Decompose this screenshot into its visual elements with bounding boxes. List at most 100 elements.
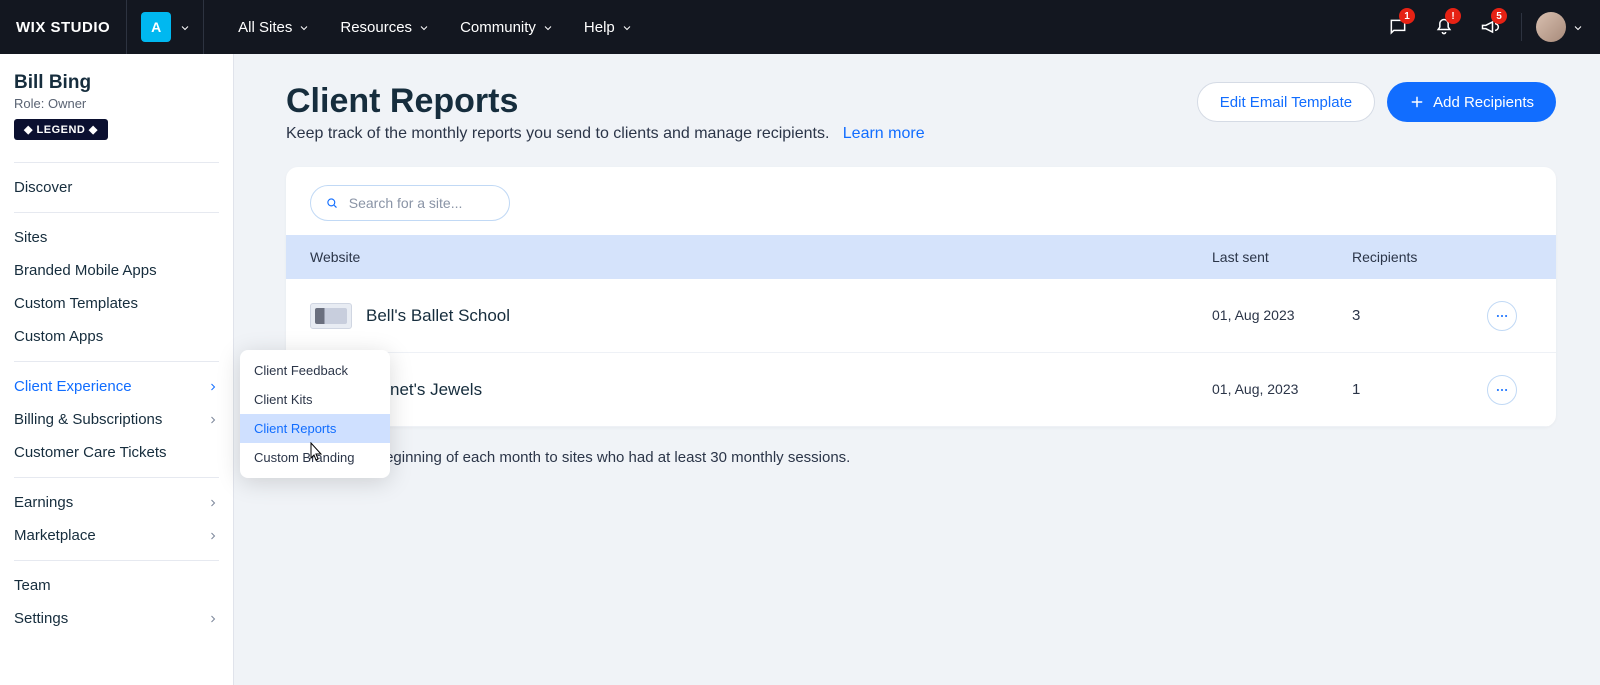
search-input[interactable] bbox=[349, 195, 495, 211]
sidebar-item-label: Custom Apps bbox=[14, 328, 103, 345]
sidebar-item-label: Team bbox=[14, 577, 51, 594]
announce-badge: 5 bbox=[1491, 8, 1507, 24]
divider bbox=[1521, 13, 1522, 41]
table-header: Website Last sent Recipients bbox=[286, 235, 1556, 279]
th-recipients: Recipients bbox=[1352, 249, 1472, 265]
sidebar-item-care-tickets[interactable]: Customer Care Tickets bbox=[0, 436, 233, 469]
sidebar-item-label: Marketplace bbox=[14, 527, 96, 544]
sidebar-item-custom-templates[interactable]: Custom Templates bbox=[0, 287, 233, 320]
sidebar-item-label: Client Experience bbox=[14, 378, 132, 395]
submenu-item-custom-branding[interactable]: Custom Branding bbox=[240, 443, 390, 472]
sidebar-item-label: Settings bbox=[14, 610, 68, 627]
bell-icon[interactable]: ! bbox=[1421, 0, 1467, 54]
sidebar-item-label: Sites bbox=[14, 229, 47, 246]
th-website: Website bbox=[310, 249, 1212, 265]
site-selector[interactable]: A bbox=[126, 0, 204, 54]
sidebar-item-settings[interactable]: Settings bbox=[0, 602, 233, 635]
last-sent-cell: 01, Aug 2023 bbox=[1212, 306, 1352, 324]
divider bbox=[14, 212, 219, 213]
account-block: Bill Bing Role: Owner ◆ LEGEND ◆ bbox=[0, 72, 233, 154]
more-horizontal-icon bbox=[1495, 383, 1509, 397]
sidebar-item-label: Discover bbox=[14, 179, 72, 196]
nav-label: Community bbox=[460, 19, 536, 36]
recipients-cell: 1 bbox=[1352, 381, 1472, 398]
sidebar-item-branded-mobile[interactable]: Branded Mobile Apps bbox=[0, 254, 233, 287]
chevron-right-icon bbox=[207, 613, 219, 625]
page-subtitle: Keep track of the monthly reports you se… bbox=[286, 125, 925, 143]
nav-resources[interactable]: Resources bbox=[324, 0, 444, 54]
sidebar-item-client-experience[interactable]: Client Experience bbox=[0, 370, 233, 403]
nav-community[interactable]: Community bbox=[444, 0, 568, 54]
account-name: Bill Bing bbox=[14, 72, 219, 94]
more-horizontal-icon bbox=[1495, 309, 1509, 323]
plus-icon bbox=[1409, 94, 1425, 110]
account-role: Role: Owner bbox=[14, 96, 219, 111]
sidebar-item-team[interactable]: Team bbox=[0, 569, 233, 602]
sidebar-item-custom-apps[interactable]: Custom Apps bbox=[0, 320, 233, 353]
search-icon bbox=[325, 195, 339, 211]
sidebar-item-label: Branded Mobile Apps bbox=[14, 262, 157, 279]
top-nav: All Sites Resources Community Help bbox=[204, 0, 647, 54]
sidebar-item-label: Customer Care Tickets bbox=[14, 444, 167, 461]
sidebar-item-sites[interactable]: Sites bbox=[0, 221, 233, 254]
sidebar-item-discover[interactable]: Discover bbox=[0, 171, 233, 204]
bell-badge: ! bbox=[1445, 8, 1461, 24]
chevron-right-icon bbox=[207, 497, 219, 509]
site-name: net's Jewels bbox=[390, 380, 482, 400]
legend-badge: ◆ LEGEND ◆ bbox=[14, 119, 108, 140]
divider bbox=[14, 162, 219, 163]
page-subtitle-text: Keep track of the monthly reports you se… bbox=[286, 125, 829, 142]
sidebar-item-label: Custom Templates bbox=[14, 295, 138, 312]
chevron-down-icon bbox=[621, 22, 631, 32]
sidebar-item-earnings[interactable]: Earnings bbox=[0, 486, 233, 519]
chevron-down-icon bbox=[1572, 22, 1582, 32]
main-content: Client Reports Keep track of the monthly… bbox=[234, 54, 1600, 685]
nav-all-sites[interactable]: All Sites bbox=[222, 0, 324, 54]
nav-label: All Sites bbox=[238, 19, 292, 36]
reports-panel: Website Last sent Recipients Bell's Ball… bbox=[286, 167, 1556, 427]
row-more-button[interactable] bbox=[1487, 375, 1517, 405]
nav-label: Resources bbox=[340, 19, 412, 36]
sidebar-item-label: Billing & Subscriptions bbox=[14, 411, 162, 428]
footnote: e sent at the beginning of each month to… bbox=[286, 449, 1556, 466]
table-row[interactable]: net's Jewels 01, Aug, 2023 1 bbox=[286, 353, 1556, 427]
edit-email-template-button[interactable]: Edit Email Template bbox=[1197, 82, 1375, 122]
account-menu[interactable] bbox=[1530, 12, 1600, 42]
top-bar: WIX STUDIO A All Sites Resources Communi… bbox=[0, 0, 1600, 54]
page-header: Client Reports Keep track of the monthly… bbox=[286, 82, 1556, 143]
brand-logo: WIX STUDIO bbox=[0, 0, 126, 54]
chat-icon[interactable]: 1 bbox=[1375, 0, 1421, 54]
chevron-down-icon bbox=[418, 22, 428, 32]
sidebar-item-marketplace[interactable]: Marketplace bbox=[0, 519, 233, 552]
announce-icon[interactable]: 5 bbox=[1467, 0, 1513, 54]
chevron-down-icon bbox=[542, 22, 552, 32]
chevron-right-icon bbox=[207, 381, 219, 393]
sidebar-item-billing[interactable]: Billing & Subscriptions bbox=[0, 403, 233, 436]
site-badge: A bbox=[141, 12, 171, 42]
nav-label: Help bbox=[584, 19, 615, 36]
site-name: Bell's Ballet School bbox=[366, 306, 510, 326]
add-recipients-button[interactable]: Add Recipients bbox=[1387, 82, 1556, 122]
recipients-cell: 3 bbox=[1352, 307, 1472, 324]
chevron-right-icon bbox=[207, 530, 219, 542]
submenu-item-client-kits[interactable]: Client Kits bbox=[240, 385, 390, 414]
chevron-down-icon bbox=[298, 22, 308, 32]
divider bbox=[14, 361, 219, 362]
divider bbox=[14, 560, 219, 561]
row-more-button[interactable] bbox=[1487, 301, 1517, 331]
submenu-item-client-feedback[interactable]: Client Feedback bbox=[240, 356, 390, 385]
chat-badge: 1 bbox=[1399, 8, 1415, 24]
nav-help[interactable]: Help bbox=[568, 0, 647, 54]
learn-more-link[interactable]: Learn more bbox=[843, 125, 925, 142]
panel-search-row bbox=[286, 167, 1556, 235]
add-recipients-label: Add Recipients bbox=[1433, 94, 1534, 111]
sidebar: Bill Bing Role: Owner ◆ LEGEND ◆ Discove… bbox=[0, 54, 234, 685]
client-experience-submenu: Client Feedback Client Kits Client Repor… bbox=[240, 350, 390, 478]
th-last-sent: Last sent bbox=[1212, 249, 1352, 265]
search-input-wrap[interactable] bbox=[310, 185, 510, 221]
divider bbox=[14, 477, 219, 478]
page-title: Client Reports bbox=[286, 82, 925, 121]
chevron-down-icon bbox=[179, 22, 189, 32]
table-row[interactable]: Bell's Ballet School 01, Aug 2023 3 bbox=[286, 279, 1556, 353]
submenu-item-client-reports[interactable]: Client Reports bbox=[240, 414, 390, 443]
